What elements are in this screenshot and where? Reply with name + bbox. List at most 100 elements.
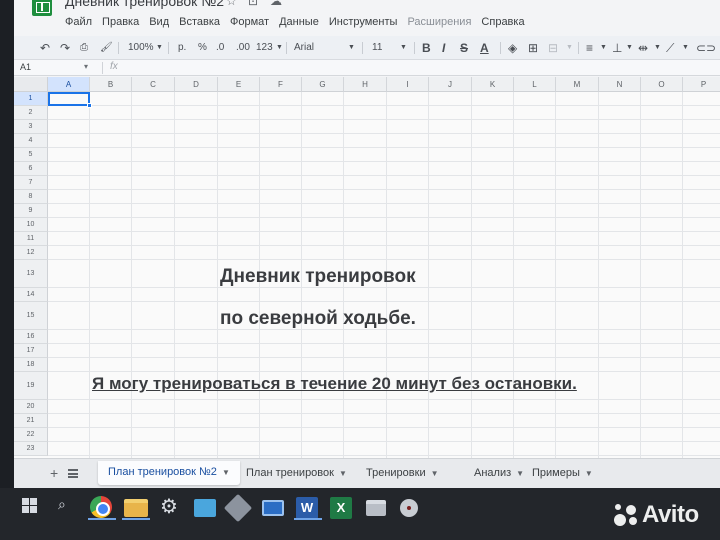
text-color-button[interactable]: A	[480, 41, 489, 55]
column-header-i[interactable]: I	[387, 77, 429, 92]
row-header-21[interactable]: 21	[14, 414, 48, 428]
row-header-1[interactable]: 1	[14, 92, 48, 106]
fill-color-icon[interactable]: ◈	[508, 41, 517, 55]
menu-extensions[interactable]: Расширения	[407, 15, 471, 31]
rotation-chevron-down-icon[interactable]: ▼	[682, 41, 689, 55]
row-header-8[interactable]: 8	[14, 190, 48, 204]
number-format-chevron-down-icon[interactable]: ▼	[276, 41, 283, 55]
sheet-tab-workouts[interactable]: Тренировки ▼	[366, 467, 439, 479]
sheet-tab-examples[interactable]: Примеры ▼	[532, 467, 593, 479]
tab-chevron-down-icon[interactable]: ▼	[516, 469, 524, 478]
row-header-9[interactable]: 9	[14, 204, 48, 218]
sheet-tab-plan-2[interactable]: План тренировок №2 ▼	[98, 461, 240, 485]
font-size-chevron-down-icon[interactable]: ▼	[400, 41, 407, 55]
column-header-b[interactable]: B	[90, 77, 132, 92]
font-size-select[interactable]: 11	[372, 41, 382, 55]
vertical-align-icon[interactable]: ⊥	[612, 41, 622, 55]
cell-title-line1[interactable]: Дневник тренировок	[220, 266, 416, 288]
media-player-icon[interactable]	[400, 499, 418, 517]
tab-chevron-down-icon[interactable]: ▼	[222, 468, 230, 477]
merge-chevron-down-icon[interactable]: ▼	[566, 41, 573, 55]
valign-chevron-down-icon[interactable]: ▼	[626, 41, 633, 55]
row-header-22[interactable]: 22	[14, 428, 48, 442]
row-header-3[interactable]: 3	[14, 120, 48, 134]
menu-insert[interactable]: Вставка	[179, 15, 220, 31]
word-icon[interactable]: W	[296, 497, 318, 519]
row-header-6[interactable]: 6	[14, 162, 48, 176]
row-header-17[interactable]: 17	[14, 344, 48, 358]
undo-icon[interactable]: ↶	[40, 41, 50, 55]
row-header-5[interactable]: 5	[14, 148, 48, 162]
strikethrough-button[interactable]: S	[460, 41, 468, 55]
row-header-11[interactable]: 11	[14, 232, 48, 246]
borders-icon[interactable]: ⊞	[528, 41, 538, 55]
row-header-23[interactable]: 23	[14, 442, 48, 456]
menu-format[interactable]: Формат	[230, 15, 269, 31]
text-rotation-icon[interactable]: ⟋	[666, 41, 674, 55]
formula-input[interactable]	[128, 61, 708, 74]
column-header-g[interactable]: G	[302, 77, 344, 92]
chrome-icon[interactable]	[90, 496, 112, 518]
text-wrap-icon[interactable]: ⇹	[638, 41, 648, 55]
zoom-select[interactable]: 100%	[128, 41, 154, 55]
row-header-10[interactable]: 10	[14, 218, 48, 232]
excel-icon[interactable]: X	[330, 497, 352, 519]
column-header-n[interactable]: N	[599, 77, 641, 92]
tab-chevron-down-icon[interactable]: ▼	[431, 469, 439, 478]
column-header-m[interactable]: M	[556, 77, 599, 92]
menu-help[interactable]: Справка	[481, 15, 524, 31]
currency-format-button[interactable]: р.	[178, 41, 186, 55]
menu-edit[interactable]: Правка	[102, 15, 139, 31]
menu-file[interactable]: Файл	[65, 15, 92, 31]
column-header-l[interactable]: L	[514, 77, 556, 92]
redo-icon[interactable]: ↷	[60, 41, 70, 55]
bold-button[interactable]: B	[422, 41, 431, 55]
print-icon[interactable]: ⎙	[80, 41, 88, 55]
menu-data[interactable]: Данные	[279, 15, 319, 31]
column-header-k[interactable]: K	[472, 77, 514, 92]
all-sheets-menu-icon[interactable]	[68, 469, 78, 478]
column-header-h[interactable]: H	[344, 77, 387, 92]
percent-format-button[interactable]: %	[198, 41, 207, 55]
column-header-a[interactable]: A	[48, 77, 90, 92]
photos-app-icon[interactable]	[194, 499, 216, 517]
font-select[interactable]: Arial	[294, 41, 314, 55]
move-icon[interactable]: ⊡	[248, 0, 258, 8]
name-box-chevron-down-icon[interactable]: ▾	[84, 62, 88, 71]
row-header-16[interactable]: 16	[14, 330, 48, 344]
zoom-chevron-down-icon[interactable]: ▼	[156, 41, 163, 55]
horizontal-align-icon[interactable]: ≡	[586, 41, 593, 55]
column-header-p[interactable]: P	[683, 77, 720, 92]
halign-chevron-down-icon[interactable]: ▼	[600, 41, 607, 55]
row-header-2[interactable]: 2	[14, 106, 48, 120]
column-header-j[interactable]: J	[429, 77, 472, 92]
app-icon[interactable]	[223, 493, 253, 523]
font-chevron-down-icon[interactable]: ▼	[348, 41, 355, 55]
spreadsheet-grid[interactable]: A B C D E F G H I J K L M N O P 1 2 3 4 5 6 7 8 9 10 11 12 13 14 15 16 1…	[14, 77, 720, 458]
window-app-icon[interactable]	[262, 500, 284, 516]
row-header-20[interactable]: 20	[14, 400, 48, 414]
row-header-13[interactable]: 13	[14, 260, 48, 288]
cell-title-line2[interactable]: по северной ходьбе.	[220, 308, 416, 330]
decrease-decimal-button[interactable]: .0	[216, 41, 224, 55]
menu-tools[interactable]: Инструменты	[329, 15, 398, 31]
italic-button[interactable]: I	[442, 41, 445, 55]
paint-format-icon[interactable]: 🖌	[100, 41, 113, 55]
file-explorer-icon[interactable]	[124, 499, 148, 517]
sheets-logo-icon[interactable]	[32, 0, 52, 16]
row-header-7[interactable]: 7	[14, 176, 48, 190]
row-header-14[interactable]: 14	[14, 288, 48, 302]
increase-decimal-button[interactable]: .00	[236, 41, 250, 55]
row-header-12[interactable]: 12	[14, 246, 48, 260]
merge-cells-icon[interactable]: ⊟	[548, 41, 558, 55]
column-header-f[interactable]: F	[260, 77, 302, 92]
column-header-e[interactable]: E	[218, 77, 260, 92]
sheet-tab-plan[interactable]: План тренировок ▼	[246, 467, 347, 479]
cloud-icon[interactable]: ☁	[270, 0, 282, 8]
tab-chevron-down-icon[interactable]: ▼	[585, 469, 593, 478]
insert-link-icon[interactable]: ⊂⊃	[696, 41, 716, 55]
selected-cell-a1[interactable]	[48, 92, 90, 106]
row-header-15[interactable]: 15	[14, 302, 48, 330]
document-title[interactable]: Дневник тренировок №2	[65, 0, 224, 9]
search-icon[interactable]: ⌕	[58, 496, 82, 520]
